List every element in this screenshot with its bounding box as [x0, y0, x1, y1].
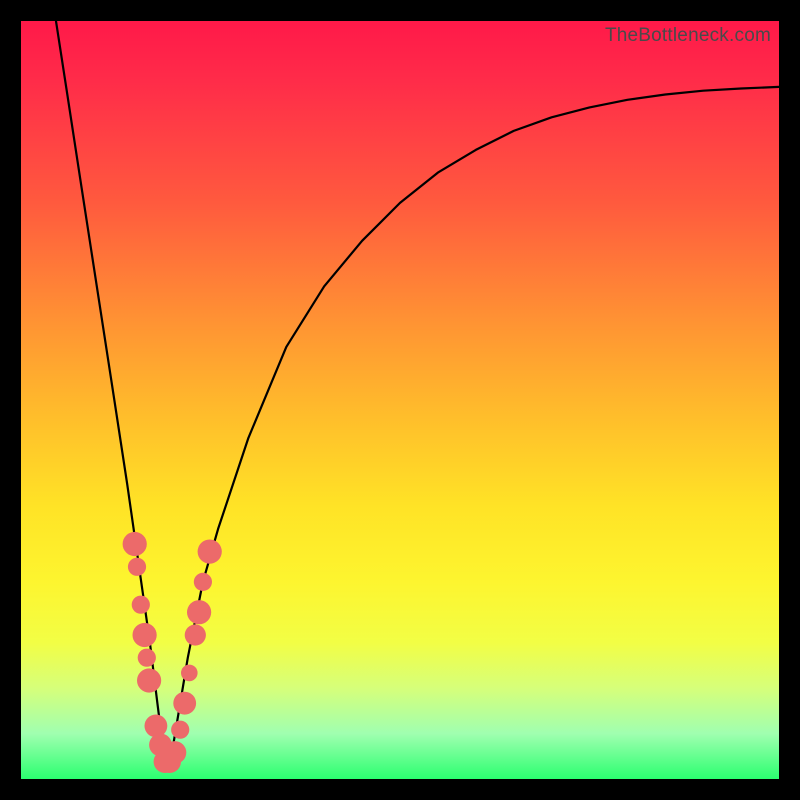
chart-plot-area: TheBottleneck.com	[21, 21, 779, 779]
bottleneck-curve	[21, 21, 779, 779]
data-point-marker	[158, 750, 181, 773]
data-point-marker	[181, 665, 198, 682]
data-point-marker	[145, 715, 168, 738]
data-point-marker	[187, 600, 211, 624]
watermark-text: TheBottleneck.com	[605, 25, 771, 47]
data-point-marker	[149, 734, 172, 757]
data-point-marker	[133, 623, 157, 647]
data-point-marker	[171, 721, 189, 739]
data-point-marker	[123, 532, 147, 556]
data-point-marker	[132, 596, 150, 614]
data-point-marker	[198, 540, 222, 564]
data-point-marker	[173, 692, 196, 715]
data-point-marker	[137, 668, 161, 692]
data-point-marker	[185, 624, 206, 645]
data-point-marker	[164, 741, 187, 764]
data-point-marker	[194, 573, 212, 591]
data-point-marker	[154, 750, 177, 773]
data-point-marker	[128, 558, 146, 576]
data-point-marker	[138, 649, 156, 667]
